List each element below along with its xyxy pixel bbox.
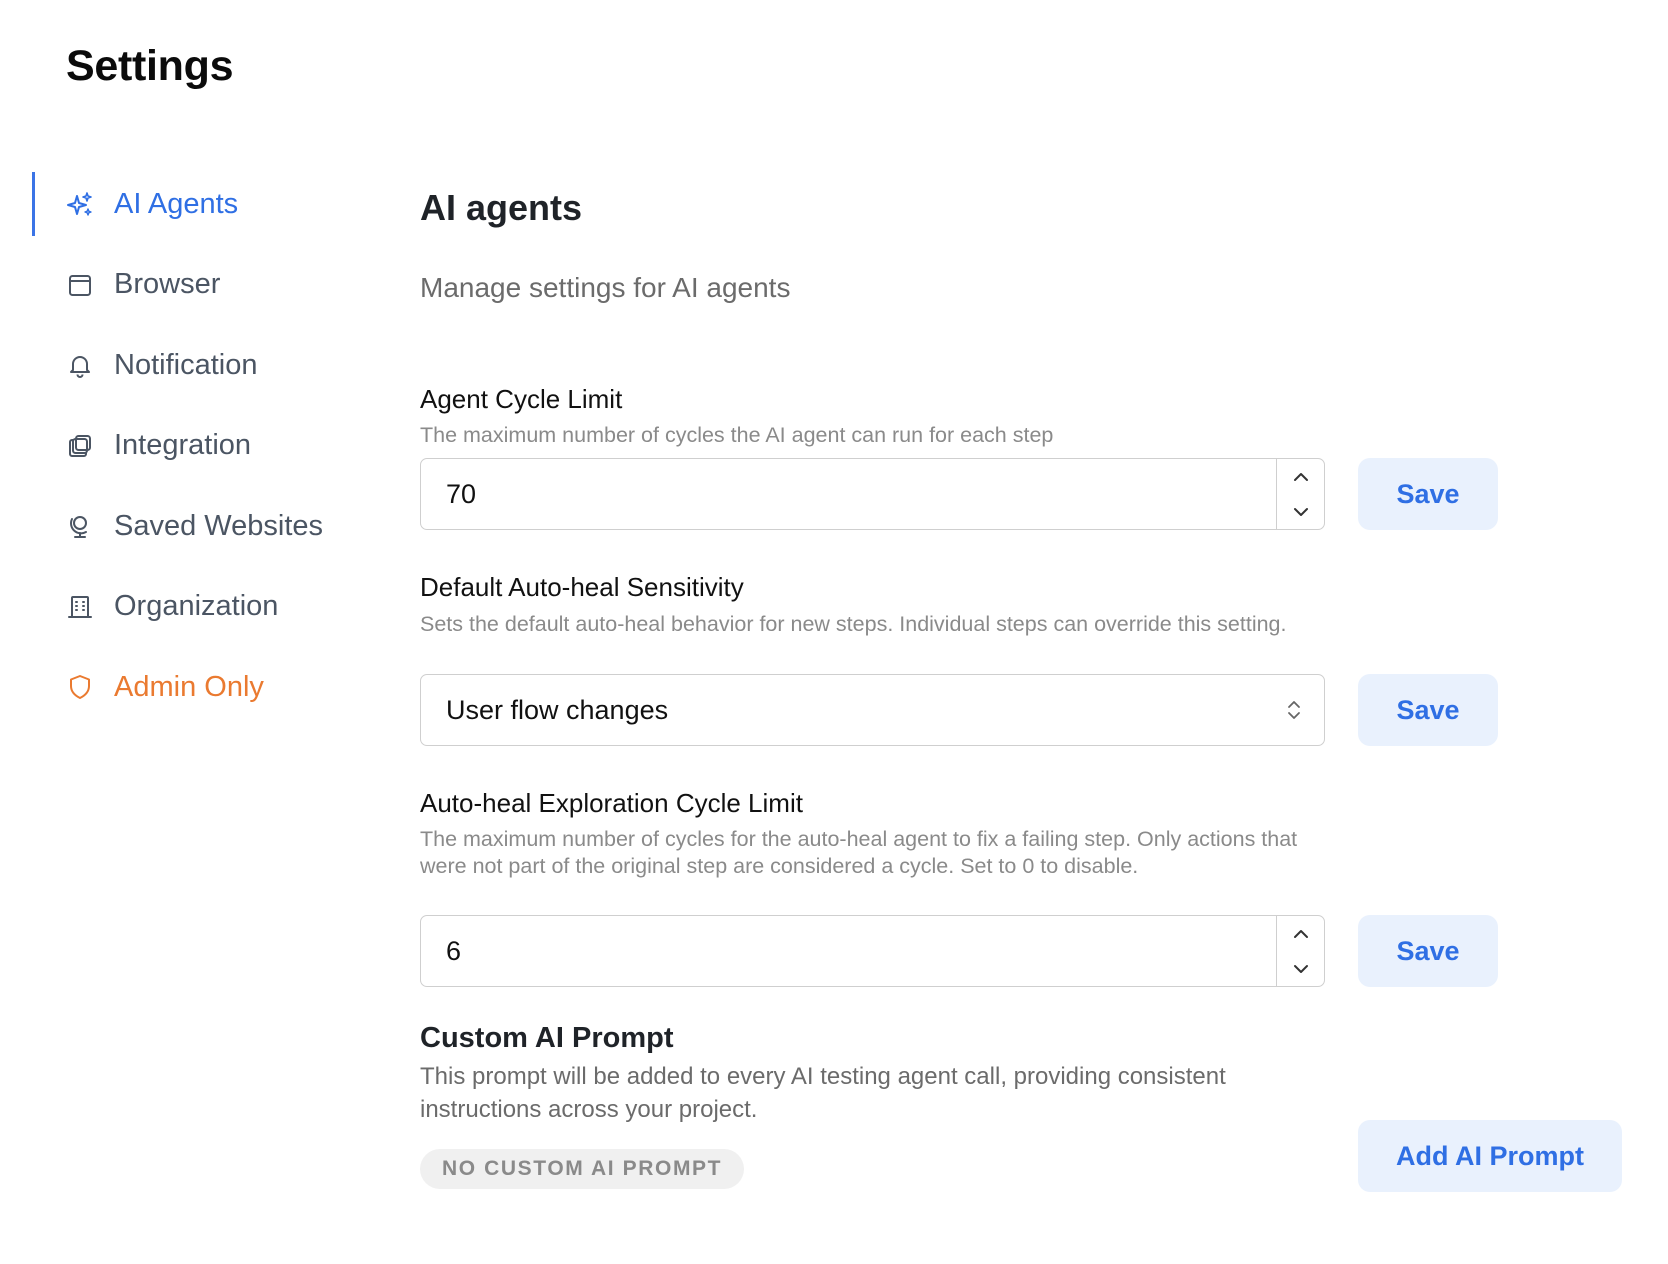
decrement-button[interactable] [1277, 951, 1324, 986]
sidebar-item-label: Notification [114, 348, 258, 381]
chevron-up-icon [1293, 472, 1308, 481]
agent-cycle-limit-stepper [1276, 459, 1324, 529]
settings-sidebar: AI Agents Browser Notification Integrati… [32, 172, 362, 736]
agent-cycle-limit-save-button[interactable]: Save [1358, 458, 1498, 530]
auto-heal-exploration-input[interactable]: 6 [420, 915, 1325, 987]
auto-heal-sensitivity-label: Default Auto-heal Sensitivity [420, 572, 744, 602]
chevron-down-icon [1293, 964, 1308, 973]
section-subtitle: Manage settings for AI agents [420, 272, 791, 303]
globe-stand-icon [66, 512, 94, 540]
auto-heal-exploration-label: Auto-heal Exploration Cycle Limit [420, 788, 803, 818]
sidebar-item-label: Organization [114, 590, 279, 622]
custom-prompt-help: This prompt will be added to every AI te… [420, 1063, 1226, 1123]
auto-heal-exploration-stepper [1276, 916, 1324, 986]
add-ai-prompt-button[interactable]: Add AI Prompt [1358, 1120, 1622, 1192]
no-custom-prompt-badge: NO CUSTOM AI PROMPT [420, 1149, 745, 1189]
sidebar-item-saved-websites[interactable]: Saved Websites [32, 494, 362, 558]
increment-button[interactable] [1277, 459, 1324, 494]
sidebar-item-ai-agents[interactable]: AI Agents [32, 172, 362, 236]
sparkles-icon [66, 190, 94, 218]
bell-icon [66, 351, 94, 379]
sidebar-item-browser[interactable]: Browser [32, 253, 362, 317]
agent-cycle-limit-value[interactable]: 70 [421, 479, 1276, 510]
auto-heal-sensitivity-save-button[interactable]: Save [1358, 674, 1498, 746]
sidebar-item-integration[interactable]: Integration [32, 414, 362, 478]
building-icon [66, 593, 94, 621]
sidebar-item-label: Integration [114, 429, 252, 461]
shield-icon [66, 673, 94, 701]
chevron-up-icon [1293, 929, 1308, 938]
agent-cycle-limit-help: The maximum number of cycles the AI agen… [420, 423, 1054, 447]
browser-window-icon [66, 271, 94, 299]
auto-heal-exploration-help: The maximum number of cycles for the aut… [420, 827, 1298, 878]
increment-button[interactable] [1277, 916, 1324, 951]
sidebar-item-label: Admin Only [114, 670, 264, 703]
auto-heal-sensitivity-select[interactable]: User flow changes [420, 674, 1325, 746]
select-chevron-icon [1264, 697, 1324, 723]
decrement-button[interactable] [1277, 494, 1324, 529]
sidebar-item-admin-only[interactable]: Admin Only [32, 655, 362, 719]
sidebar-item-organization[interactable]: Organization [32, 575, 362, 639]
sidebar-item-notification[interactable]: Notification [32, 333, 362, 397]
agent-cycle-limit-input[interactable]: 70 [420, 458, 1325, 530]
auto-heal-exploration-save-button[interactable]: Save [1358, 915, 1498, 987]
settings-page: Settings AI Agents Browser Notification … [0, 0, 1668, 1264]
sidebar-item-label: Browser [114, 268, 221, 300]
section-title: AI agents [420, 187, 583, 228]
sidebar-item-label: AI Agents [114, 187, 239, 220]
auto-heal-sensitivity-value: User flow changes [446, 694, 669, 725]
agent-cycle-limit-label: Agent Cycle Limit [420, 384, 623, 414]
auto-heal-exploration-value[interactable]: 6 [421, 936, 1276, 967]
auto-heal-sensitivity-help: Sets the default auto-heal behavior for … [420, 612, 1287, 636]
page-title: Settings [66, 42, 234, 90]
custom-prompt-title: Custom AI Prompt [420, 1022, 674, 1054]
chevron-down-icon [1293, 507, 1308, 516]
stacked-squares-icon [66, 432, 94, 460]
sidebar-item-label: Saved Websites [114, 509, 324, 542]
